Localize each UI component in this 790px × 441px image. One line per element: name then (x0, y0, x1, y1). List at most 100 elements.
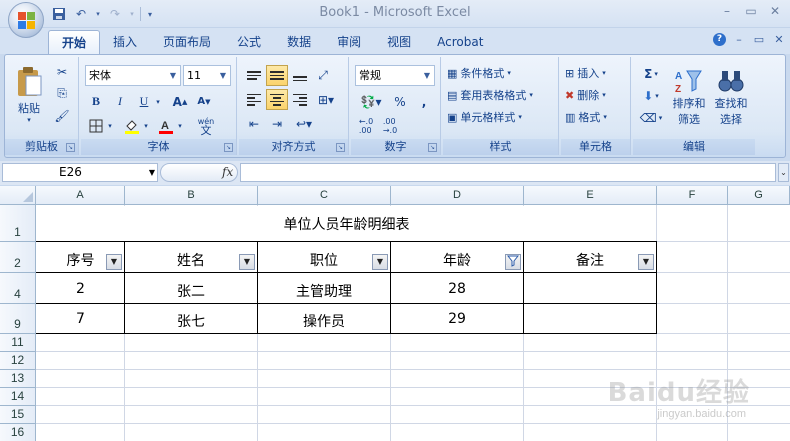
comma-style-button[interactable]: , (413, 91, 435, 112)
column-header-g[interactable]: G (728, 186, 790, 205)
data-cell[interactable]: 张二 (125, 281, 257, 301)
fill-color-icon[interactable] (121, 115, 143, 136)
sort-filter-button[interactable]: AZ 排序和 筛选 (669, 61, 709, 133)
percent-button[interactable]: % (389, 91, 411, 112)
underline-button[interactable]: U (133, 91, 155, 112)
copy-icon[interactable]: ⎘ (51, 83, 73, 104)
office-button[interactable] (8, 2, 44, 38)
tab-data[interactable]: 数据 (274, 30, 324, 54)
column-header-a[interactable]: A (36, 186, 125, 205)
decrease-indent-icon[interactable]: ⇤ (243, 113, 265, 134)
format-as-table-button[interactable]: ▤ 套用表格格式 ▾ (447, 85, 533, 105)
column-header-d[interactable]: D (391, 186, 524, 205)
header-cell-note[interactable]: 备注 (524, 250, 656, 270)
find-select-button[interactable]: 查找和 选择 (711, 61, 751, 133)
align-left-icon[interactable] (243, 89, 265, 110)
column-header-f[interactable]: F (657, 186, 728, 205)
grow-font-button[interactable]: A ▲ (169, 91, 191, 112)
row-header-9[interactable]: 9 (0, 304, 36, 334)
tab-review[interactable]: 审阅 (324, 30, 374, 54)
paste-button[interactable]: 粘贴 ▾ (9, 61, 49, 129)
data-cell[interactable]: 操作员 (258, 311, 390, 331)
workbook-restore-button[interactable]: ▭ (752, 33, 766, 46)
filter-dropdown-icon[interactable]: ▼ (372, 254, 388, 270)
row-header-15[interactable]: 15 (0, 406, 36, 424)
data-cell[interactable]: 29 (391, 311, 523, 327)
header-cell-name[interactable]: 姓名 (125, 250, 257, 270)
data-cell[interactable]: 7 (37, 311, 124, 327)
merge-center-icon[interactable]: ⊞▾ (312, 89, 340, 110)
cell-styles-button[interactable]: ▣ 单元格样式 ▾ (447, 107, 522, 127)
number-launcher-icon[interactable]: ↘ (428, 143, 437, 152)
close-button[interactable]: ✕ (764, 2, 786, 20)
font-name-select[interactable]: 宋体 ▼ (85, 65, 181, 86)
shrink-font-button[interactable]: A ▼ (193, 91, 215, 112)
wrap-text-icon[interactable]: ↩▾ (289, 113, 319, 134)
bold-button[interactable]: B (85, 91, 107, 112)
conditional-formatting-button[interactable]: ▦ 条件格式 ▾ (447, 63, 511, 83)
header-cell-position[interactable]: 职位 (258, 250, 390, 270)
format-cells-button[interactable]: ▥ 格式 ▾ (565, 107, 607, 127)
font-color-icon[interactable]: A (155, 115, 177, 136)
font-color-dropdown-icon[interactable]: ▾ (175, 115, 185, 136)
expand-formula-bar-icon[interactable]: ⌄ (778, 163, 789, 182)
row-header-14[interactable]: 14 (0, 388, 36, 406)
borders-dropdown-icon[interactable]: ▾ (105, 115, 115, 136)
filter-dropdown-icon[interactable]: ▼ (106, 254, 122, 270)
row-header-13[interactable]: 13 (0, 370, 36, 388)
tab-page-layout[interactable]: 页面布局 (150, 30, 224, 54)
formula-input[interactable] (240, 163, 776, 182)
delete-cells-button[interactable]: ✖ 删除 ▾ (565, 85, 606, 105)
help-icon[interactable]: ? (713, 33, 726, 46)
accounting-format-icon[interactable]: 💱▾ (355, 91, 387, 112)
align-center-icon[interactable] (266, 89, 288, 110)
sheet-title[interactable]: 单位人员年龄明细表 (37, 214, 656, 234)
data-cell[interactable]: 主管助理 (258, 281, 390, 301)
data-cell[interactable]: 张七 (125, 311, 257, 331)
tab-view[interactable]: 视图 (374, 30, 424, 54)
clear-button[interactable]: ⌫ ▾ (637, 107, 665, 128)
minimize-button[interactable]: – (716, 2, 738, 20)
row-header-2[interactable]: 2 (0, 242, 36, 273)
align-top-icon[interactable] (243, 65, 265, 86)
header-cell-age[interactable]: 年龄 (391, 250, 523, 270)
name-box[interactable]: E26 ▼ (2, 163, 158, 182)
orientation-icon[interactable]: ⤢ (312, 65, 334, 86)
decrease-decimal-icon[interactable]: .00 →.0 (379, 115, 401, 136)
column-header-b[interactable]: B (125, 186, 258, 205)
fill-color-dropdown-icon[interactable]: ▾ (141, 115, 151, 136)
row-header-1[interactable]: 1 (0, 205, 36, 242)
row-header-12[interactable]: 12 (0, 352, 36, 370)
insert-cells-button[interactable]: ⊞ 插入 ▾ (565, 63, 606, 83)
underline-dropdown-icon[interactable]: ▾ (153, 91, 163, 112)
workbook-minimize-button[interactable]: – (732, 33, 746, 46)
row-header-16[interactable]: 16 (0, 424, 36, 441)
italic-button[interactable]: I (109, 91, 131, 112)
tab-acrobat[interactable]: Acrobat (424, 30, 496, 54)
data-cell[interactable]: 2 (37, 281, 124, 297)
borders-icon[interactable] (85, 115, 107, 136)
alignment-launcher-icon[interactable]: ↘ (336, 143, 345, 152)
format-painter-icon[interactable]: 🖌 (51, 105, 73, 126)
column-header-e[interactable]: E (524, 186, 657, 205)
number-format-select[interactable]: 常规 ▼ (355, 65, 435, 86)
align-bottom-icon[interactable] (289, 65, 311, 86)
increase-indent-icon[interactable]: ⇥ (266, 113, 288, 134)
row-header-11[interactable]: 11 (0, 334, 36, 352)
font-size-select[interactable]: 11 ▼ (183, 65, 231, 86)
clipboard-launcher-icon[interactable]: ↘ (66, 143, 75, 152)
column-header-c[interactable]: C (258, 186, 391, 205)
cut-icon[interactable]: ✂ (51, 61, 73, 82)
workbook-close-button[interactable]: ✕ (772, 33, 786, 46)
tab-home[interactable]: 开始 (48, 30, 101, 54)
filter-dropdown-icon[interactable]: ▼ (638, 254, 654, 270)
align-middle-icon[interactable] (266, 65, 288, 86)
select-all-button[interactable] (0, 186, 36, 205)
phonetic-guide-button[interactable]: wén 文 (191, 115, 221, 136)
data-cell[interactable]: 28 (391, 281, 523, 297)
maximize-button[interactable]: ▭ (740, 2, 762, 20)
font-launcher-icon[interactable]: ↘ (224, 143, 233, 152)
increase-decimal-icon[interactable]: ←.0.00 (355, 115, 377, 136)
autosum-button[interactable]: Σ ▾ (637, 63, 665, 84)
fill-button[interactable]: ⬇ ▾ (637, 85, 665, 106)
